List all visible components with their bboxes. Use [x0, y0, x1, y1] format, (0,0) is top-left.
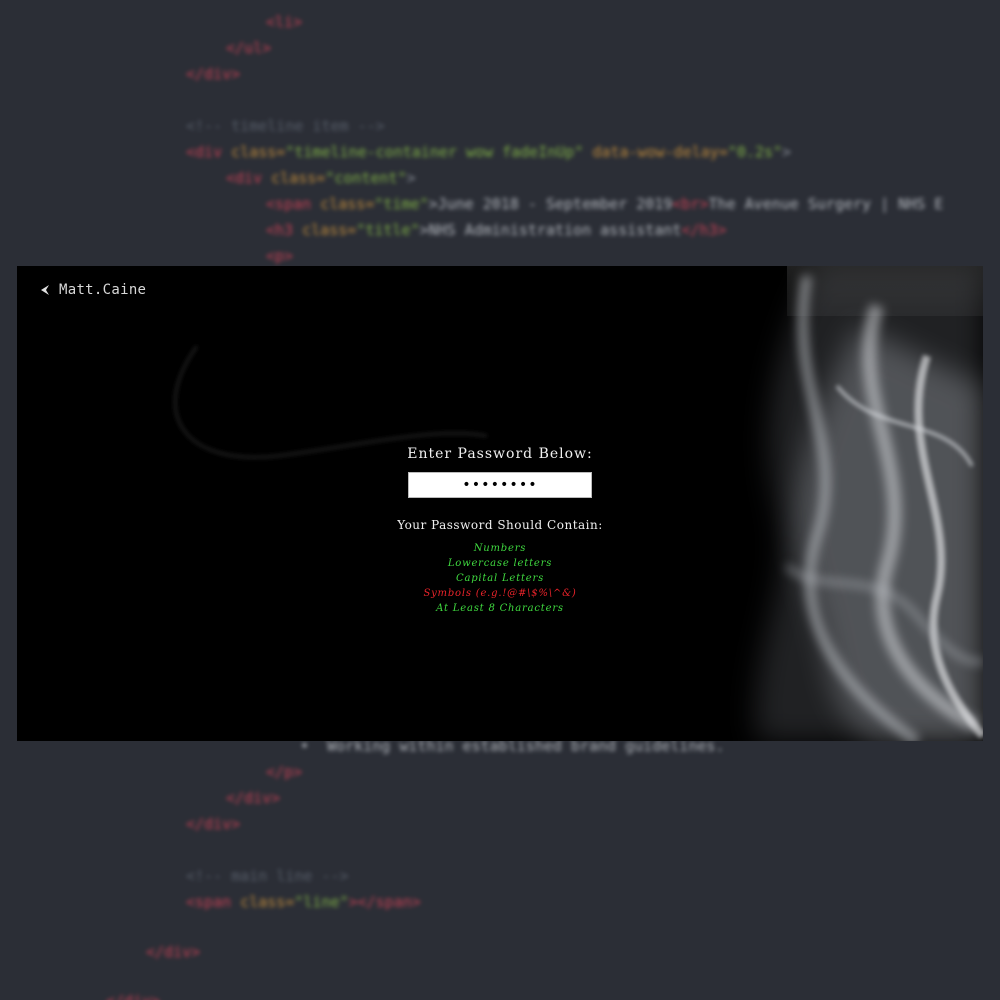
code-token: <li>: [266, 13, 303, 31]
code-line: </p>: [266, 761, 302, 783]
code-token: class=: [320, 195, 375, 213]
code-line: <div class="content">: [226, 167, 416, 189]
code-token: <span: [266, 195, 321, 213]
code-token: class=: [231, 143, 286, 161]
code-token: "title": [356, 221, 420, 239]
code-token: class=: [240, 893, 295, 911]
code-token: "content": [325, 169, 407, 187]
code-token: <div: [186, 143, 232, 161]
requirements-title: Your Password Should Contain:: [397, 518, 603, 532]
code-token: <br>: [672, 195, 709, 213]
code-token: <h3: [266, 221, 303, 239]
code-token: "time": [374, 195, 429, 213]
code-line: <div class="timeline-container wow fadeI…: [186, 141, 791, 163]
code-line: </ul>: [226, 37, 271, 59]
code-token: </h3>: [681, 221, 727, 239]
code-token: </div>: [186, 815, 241, 833]
code-line: <li>: [266, 11, 302, 33]
code-token: </div>: [226, 789, 281, 807]
code-line: <span class="line"></span>: [186, 891, 421, 913]
code-token: </div>: [106, 992, 160, 1000]
code-token: </p>: [266, 763, 303, 781]
password-modal: Matt.Caine Enter Password Below: Your Pa…: [17, 266, 983, 741]
code-line: </div>: [106, 990, 160, 1000]
password-input[interactable]: [408, 472, 592, 498]
password-prompt: Enter Password Below:: [407, 446, 593, 462]
code-token: <div: [226, 169, 272, 187]
code-token: "timeline-container wow fadeInUp": [285, 143, 593, 161]
back-link-label: Matt.Caine: [59, 282, 147, 298]
code-token: >: [782, 143, 792, 161]
requirement-lowercase: Lowercase letters: [447, 558, 553, 569]
code-token: <!-- main line -->: [186, 867, 349, 885]
code-line: <span class="time">June 2018 - September…: [266, 193, 943, 215]
requirement-capitals: Capital Letters: [456, 573, 544, 584]
code-line: </div>: [186, 63, 240, 85]
code-token: <!-- timeline item -->: [186, 117, 385, 135]
code-token: <p>: [266, 247, 294, 265]
code-token: >June 2018 - September 2019: [428, 195, 673, 213]
requirement-numbers: Numbers: [473, 543, 527, 554]
code-line: </div>: [146, 941, 200, 963]
code-token: </div>: [186, 65, 241, 83]
code-line: <!-- timeline item -->: [186, 115, 385, 137]
code-line: </div>: [186, 813, 240, 835]
requirement-length: At Least 8 Characters: [436, 603, 564, 614]
requirements-list: Numbers Lowercase letters Capital Letter…: [350, 541, 650, 616]
code-token: data-wow-delay=: [592, 143, 728, 161]
code-line: </div>: [226, 787, 280, 809]
password-form: Enter Password Below: Your Password Shou…: [350, 444, 650, 616]
code-token: </div>: [146, 943, 201, 961]
desktop-stage: <li> </ul> </div> <!-- timeline item -->…: [0, 0, 1000, 1000]
code-token: ></span>: [348, 893, 421, 911]
requirement-symbols: Symbols (e.g.!@#\$%\^&): [423, 588, 577, 599]
code-token: >NHS Administration assistant: [419, 221, 682, 239]
code-line: <p>: [266, 245, 293, 267]
code-token: </ul>: [226, 39, 272, 57]
back-link[interactable]: Matt.Caine: [39, 280, 146, 300]
code-line: <!-- main line -->: [186, 865, 349, 887]
code-token: class=: [302, 221, 357, 239]
code-token: <span: [186, 893, 241, 911]
code-token: "0.2s": [727, 143, 783, 161]
code-token: >: [406, 169, 416, 187]
code-token: "line": [294, 893, 349, 911]
chevron-left-icon: [41, 285, 49, 295]
code-line: <h3 class="title">NHS Administration ass…: [266, 219, 727, 241]
code-token: The Avenue Surgery | NHS E: [708, 195, 944, 213]
code-token: class=: [271, 169, 326, 187]
